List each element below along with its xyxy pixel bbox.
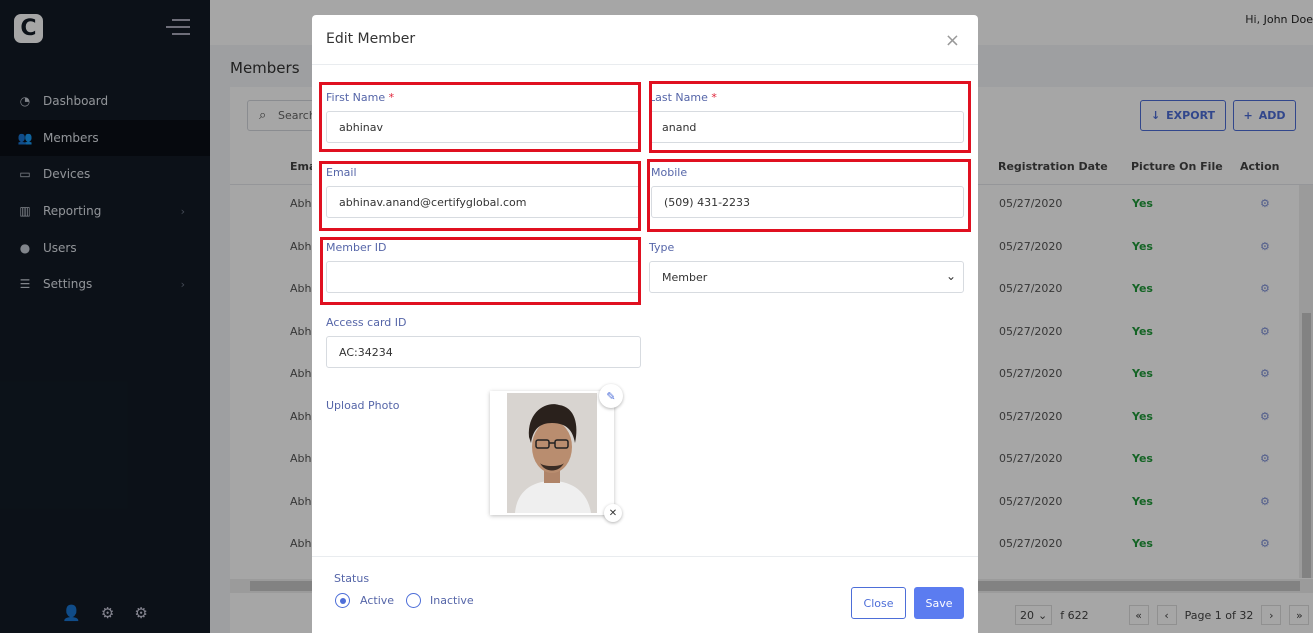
highlight-box	[319, 82, 641, 152]
close-button[interactable]: Close	[851, 587, 906, 619]
type-select[interactable]: Member ⌄	[649, 261, 964, 293]
modal-footer: Status Active Inactive Close Save	[312, 556, 978, 633]
chevron-down-icon: ⌄	[945, 269, 956, 283]
access-card-field[interactable]: AC:34234	[326, 336, 641, 368]
status-active-radio[interactable]	[335, 593, 350, 608]
member-photo	[490, 391, 614, 515]
highlight-box	[319, 161, 641, 231]
upload-photo-label: Upload Photo	[326, 399, 400, 412]
highlight-box	[320, 237, 641, 305]
modal-title: Edit Member	[326, 31, 416, 47]
highlight-box	[649, 81, 971, 153]
member-portrait	[507, 393, 597, 513]
status-inactive-radio[interactable]	[406, 593, 421, 608]
edit-photo-pencil-icon[interactable]: ✎	[599, 384, 623, 408]
status-label: Status	[334, 572, 370, 585]
remove-photo-close-icon[interactable]: ✕	[604, 504, 622, 522]
highlight-box	[647, 159, 971, 232]
type-label: Type	[649, 241, 675, 254]
modal-header: Edit Member ×	[312, 15, 978, 65]
edit-member-modal: Edit Member × First Name * abhinav Last …	[312, 15, 978, 633]
type-value: Member	[662, 271, 708, 284]
app-root: C ◔ Dashboard 👥 Members ▭ Devices ▥ Repo…	[0, 0, 1313, 633]
access-card-label: Access card ID	[326, 316, 407, 329]
save-button[interactable]: Save	[914, 587, 964, 619]
status-active-label[interactable]: Active	[360, 594, 394, 607]
member-photo-image	[507, 393, 597, 513]
status-inactive-label[interactable]: Inactive	[430, 594, 474, 607]
close-icon[interactable]: ×	[945, 30, 960, 51]
